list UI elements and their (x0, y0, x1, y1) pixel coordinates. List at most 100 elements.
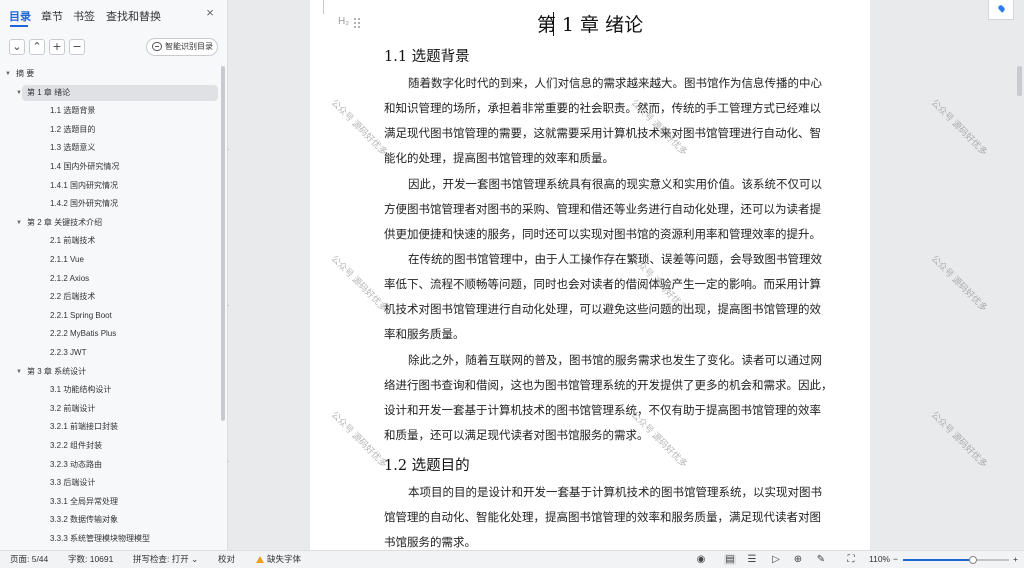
watermark-text: 公众号 源码好优多 (228, 409, 232, 470)
chapter-title[interactable]: 第 1 章 绪论 (310, 10, 870, 37)
body-paragraph[interactable]: 因此，开发一套图书馆管理系统具有很高的现实意义和实用价值。该系统不仅可以方便图书… (384, 172, 864, 247)
paragraph-line: 机技术对图书馆管理进行自动化处理，可以避免这些问题的出现，提高图书馆管理的效 (384, 302, 821, 316)
web-view-icon[interactable]: ⊕ (792, 554, 804, 565)
toc-item[interactable]: 1.4.2 国外研究情况 (0, 196, 218, 212)
paragraph-line: 方便图书馆管理者对图书的采购、管理和借还等业务进行自动化处理，还可以为读者提 (384, 201, 821, 216)
page-indicator[interactable]: 页面: 5/44 (10, 551, 48, 568)
zoom-out-button[interactable]: − (893, 551, 898, 568)
toc-item[interactable]: 3.1 功能结构设计 (0, 382, 218, 398)
section-heading[interactable]: 1.1 选题背景 (384, 45, 470, 66)
tab-chapters[interactable]: 章节 (41, 8, 63, 24)
expand-caret-icon[interactable]: ▼ (15, 85, 23, 101)
sidebar-scrollbar[interactable] (221, 66, 225, 421)
toc-item[interactable]: 1.4.1 国内研究情况 (0, 178, 218, 194)
zoom-slider[interactable] (903, 556, 1009, 564)
toc-item[interactable]: ▼ 第 2 章 关键技术介绍 (0, 215, 218, 231)
toc-item[interactable]: 1.2 选题目的 (0, 122, 218, 138)
paragraph-line: 能化的处理，提高图书馆管理的效率和质量。 (384, 151, 614, 165)
toc-item[interactable]: 3.3 后端设计 (0, 475, 218, 491)
zoom-percent[interactable]: 110% (869, 551, 890, 568)
outline-view-icon[interactable]: ☰ (746, 554, 758, 565)
toc-item[interactable]: 1.4 国内外研究情况 (0, 159, 218, 175)
toc-item-label: 3.2.2 组件封装 (50, 441, 103, 450)
toc-item-label: 2.2.2 MyBatis Plus (50, 329, 117, 339)
document-page[interactable]: H₂ 第 1 章 绪论 1.1 选题背景 随着数字化时代的到来，人们对信息的需求越… (310, 0, 870, 550)
paragraph-line: 本项目的目的是设计和开发一套基于计算机技术的图书馆管理系统，以实现对图书 (408, 485, 822, 499)
page-view-icon[interactable]: ▤ (724, 554, 736, 565)
toc-item[interactable]: 3.3.2 数据传输对象 (0, 512, 218, 528)
toc-item-label: 3.1 功能结构设计 (50, 385, 112, 395)
toc-item-label: 摘 要 (16, 69, 35, 78)
watermark-text: 公众号 源码好优多 (929, 253, 990, 314)
toc-item-label: 3.2.3 动态路由 (50, 459, 103, 469)
tab-find-replace[interactable]: 查找和替换 (106, 8, 161, 24)
toc-item[interactable]: ▼ 第 3 章 系统设计 (0, 364, 218, 380)
toc-item-label: 2.2.1 Spring Boot (50, 310, 112, 320)
toc-item[interactable]: 3.2.2 组件封装 (0, 438, 218, 454)
toc-item-label: 1.1 选题背景 (50, 106, 96, 116)
expand-all-button[interactable]: ⌃ (29, 39, 45, 55)
expand-caret-icon[interactable]: ▼ (15, 215, 23, 231)
toc-item-label: 3.3 后端设计 (50, 478, 96, 488)
toc-item[interactable]: 3.2.3 动态路由 (0, 457, 218, 473)
spell-check-toggle[interactable]: 拼写检查: 打开 ⌄ (133, 551, 198, 568)
toc-item-label: 1.2 选题目的 (50, 124, 96, 134)
paragraph-line: 率和服务质量。 (384, 327, 465, 341)
eye-icon[interactable]: ◉ (695, 554, 707, 565)
toc-item-label: 2.2.3 JWT (50, 348, 87, 357)
paragraph-line: 率低下、流程不顺畅等问题，同时也会对读者的借阅体验产生一定的影响。而采用计算 (384, 277, 821, 291)
pen-icon[interactable]: ✎ (815, 554, 827, 565)
collapse-all-button[interactable]: ⌄ (9, 39, 25, 55)
section-heading[interactable]: 1.2 选题目的 (384, 454, 470, 475)
location-pin-icon[interactable] (988, 0, 1014, 20)
toc-item[interactable]: 3.2 前端设计 (0, 401, 218, 417)
toc-item[interactable]: ▼ 第 1 章 绪论 (16, 84, 218, 101)
smart-toc-button[interactable]: 智能识别目录 (146, 38, 218, 56)
remove-toc-item-button[interactable]: − (69, 39, 85, 55)
toc-item[interactable]: 2.2.3 JWT (0, 345, 218, 361)
add-toc-item-button[interactable]: + (49, 39, 65, 55)
close-icon[interactable]: × (203, 6, 217, 20)
toc-item[interactable]: 2.2.1 Spring Boot (0, 308, 218, 324)
paragraph-line: 因此，开发一套图书馆管理系统具有很高的现实意义和实用价值。该系统不仅可以 (408, 176, 822, 191)
paragraph-line: 书馆服务的需求。 (384, 535, 476, 549)
zoom-in-button[interactable]: + (1013, 551, 1018, 568)
zoom-slider-handle[interactable] (968, 556, 977, 564)
word-count[interactable]: 字数: 10691 (68, 551, 113, 568)
body-paragraph[interactable]: 本项目的目的是设计和开发一套基于计算机技术的图书馆管理系统，以实现对图书 馆管理的… (384, 480, 864, 550)
toc-item[interactable]: 1.1 选题背景 (0, 103, 218, 119)
body-paragraph[interactable]: 随着数字化时代的到来，人们对信息的需求越来越大。图书馆作为信息传播的中心 和知识管… (384, 71, 864, 171)
toc-item-label: 第 3 章 系统设计 (27, 366, 87, 376)
tab-bookmarks[interactable]: 书签 (73, 8, 95, 24)
smart-toc-label: 智能识别目录 (165, 42, 213, 51)
sidebar-panel: 目录 章节 书签 查找和替换 × ⌄ ⌃ + − 智能识别目录 ▼ 摘 要 ▼ 第 1… (0, 0, 228, 550)
toc-item[interactable]: 2.2 后端技术 (0, 289, 218, 305)
toc-item-label: 2.1 前端技术 (50, 236, 96, 246)
toc-item[interactable]: 3.3.3 系统管理模块物理模型 (0, 531, 218, 547)
active-tab-indicator (10, 25, 28, 27)
toc-item-label: 1.4.1 国内研究情况 (50, 180, 119, 190)
toc-item[interactable]: 1.3 选题意义 (0, 140, 218, 156)
toc-item[interactable]: 2.1.2 Axios (0, 271, 218, 287)
proofread-button[interactable]: 校对 (218, 551, 235, 568)
toc-item[interactable]: 2.1.1 Vue (0, 252, 218, 268)
toc-item[interactable]: 2.2.2 MyBatis Plus (0, 326, 218, 342)
text-cursor (553, 12, 554, 36)
fit-icon[interactable]: ⛶ (845, 554, 857, 565)
missing-font-button[interactable]: 缺失字体 (256, 551, 301, 568)
watermark-text: 公众号 源码好优多 (929, 97, 990, 158)
toc-item[interactable]: 2.1 前端技术 (0, 233, 218, 249)
tab-toc[interactable]: 目录 (9, 8, 31, 24)
toc-item[interactable]: 3.2.1 前端接口封装 (0, 419, 218, 435)
toc-item[interactable]: ▼ 摘 要 (0, 66, 218, 82)
document-scrollbar[interactable] (1017, 66, 1022, 96)
toc-item-label: 1.4.2 国外研究情况 (50, 199, 119, 209)
body-paragraph[interactable]: 在传统的图书馆管理中，由于人工操作存在繁琐、误差等问题，会导致图书管理效 率低下、… (384, 247, 864, 347)
toc-item-label: 2.1.1 Vue (50, 255, 84, 264)
play-icon[interactable]: ▷ (770, 554, 782, 565)
toc-item-label: 3.3.1 全局异常处理 (50, 496, 119, 506)
body-paragraph[interactable]: 除此之外，随着互联网的普及，图书馆的服务需求也发生了变化。读者可以通过网 络进行图… (384, 348, 864, 448)
expand-caret-icon[interactable]: ▼ (4, 66, 12, 82)
expand-caret-icon[interactable]: ▼ (15, 364, 23, 380)
toc-item[interactable]: 3.3.1 全局异常处理 (0, 494, 218, 510)
